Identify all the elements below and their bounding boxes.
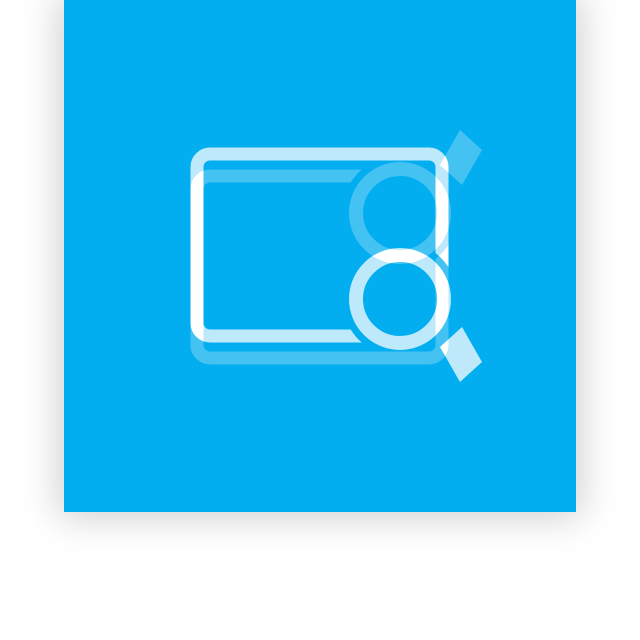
tile-reflection (64, 0, 576, 512)
screen-zoom-icon-reflection (190, 130, 482, 365)
desktop-stage (0, 0, 640, 640)
